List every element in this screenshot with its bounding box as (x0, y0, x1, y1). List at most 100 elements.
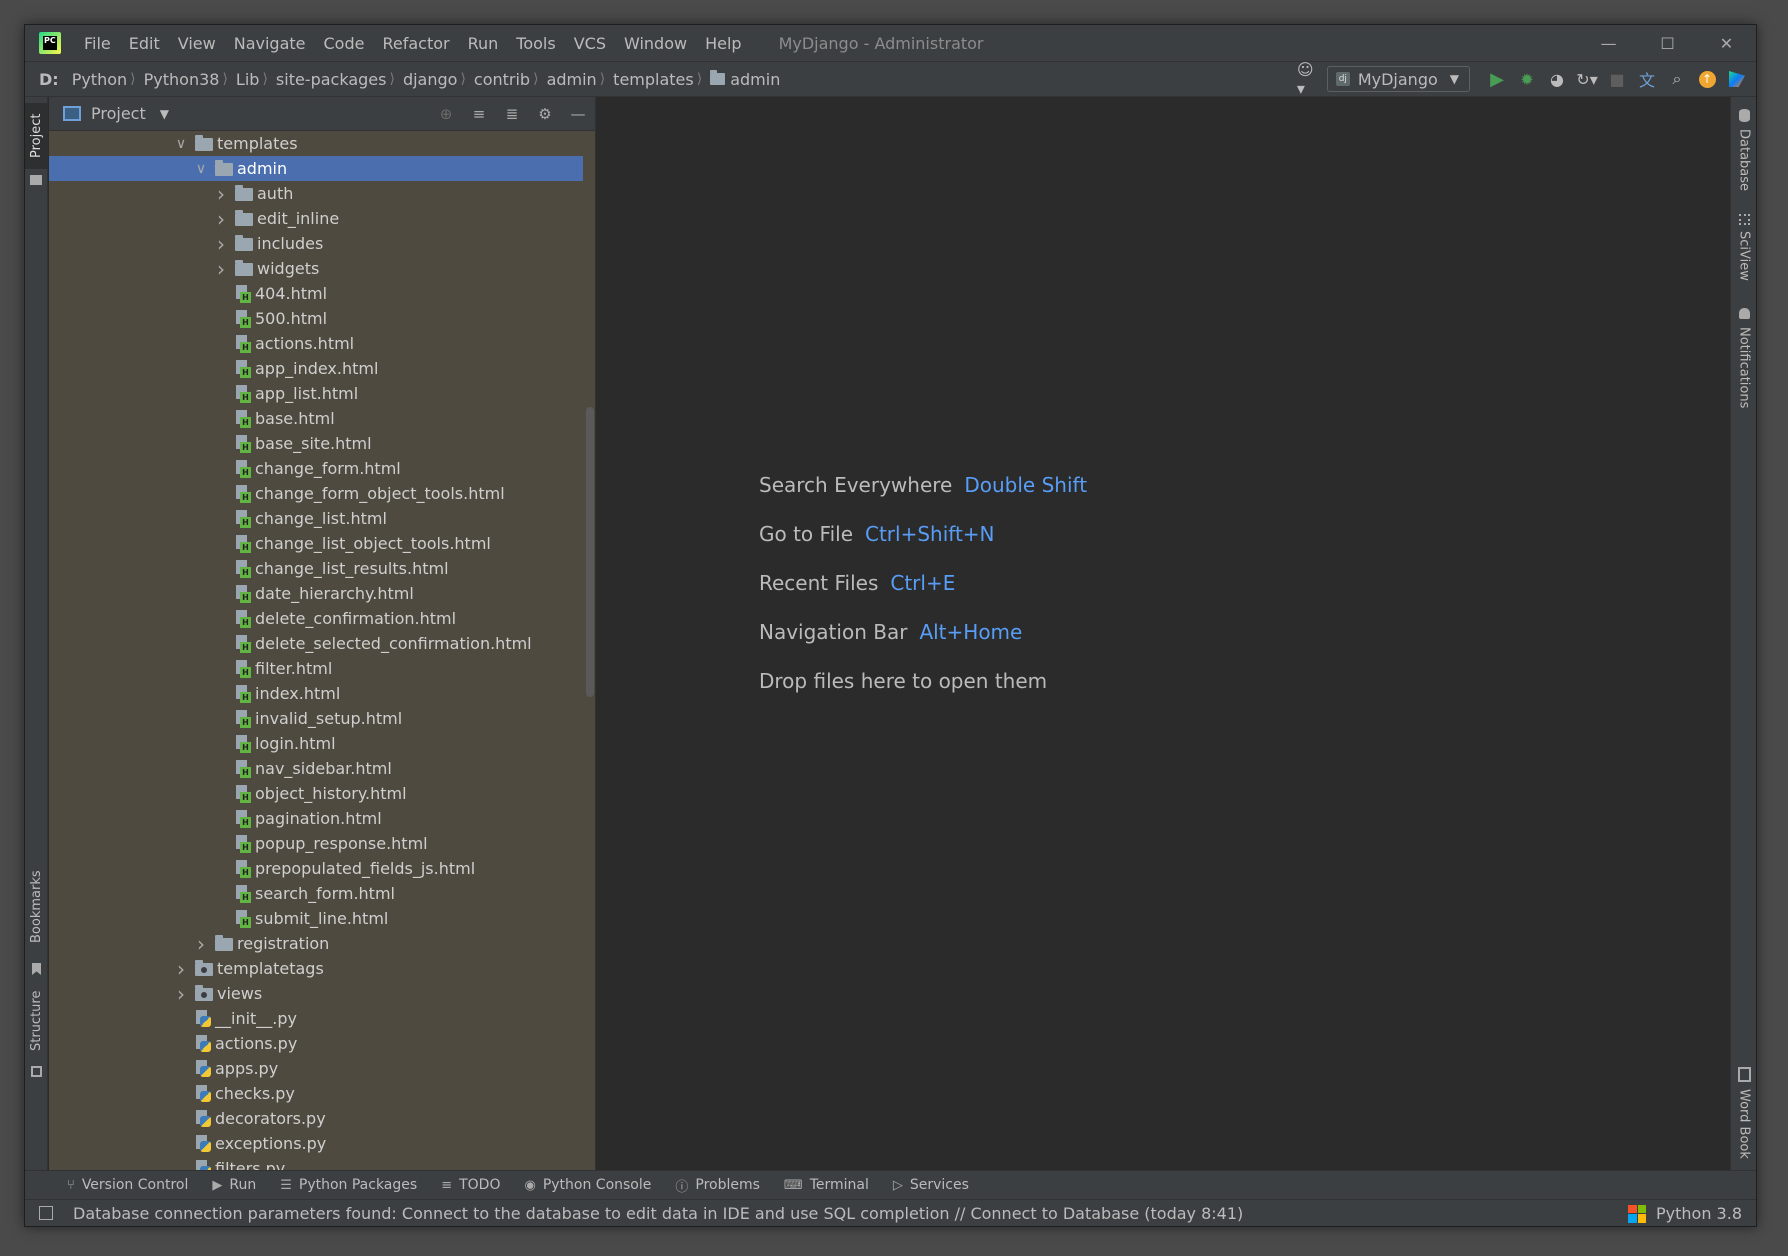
tree-item[interactable]: › edit_inline (49, 206, 583, 231)
breadcrumb-item[interactable]: templates (613, 70, 694, 89)
tree-item[interactable]: search_form.html (49, 881, 583, 906)
tree-item[interactable]: app_list.html (49, 381, 583, 406)
tab-word-book[interactable]: Word Book (1731, 1085, 1756, 1175)
user-icon[interactable]: ☺▾ (1297, 60, 1319, 98)
python-interpreter[interactable]: Python 3.8 (1656, 1204, 1742, 1223)
menu-window[interactable]: Window (615, 34, 696, 53)
tree-item[interactable]: __init__.py (49, 1006, 583, 1031)
tree-scrollbar[interactable] (586, 407, 594, 697)
chevron-right-icon[interactable]: › (213, 182, 229, 206)
breadcrumb-item[interactable]: D: (39, 70, 59, 89)
menu-navigate[interactable]: Navigate (225, 34, 315, 53)
tree-item[interactable]: filters.py (49, 1156, 583, 1170)
tree-item[interactable]: actions.html (49, 331, 583, 356)
search-icon[interactable]: ⌕ (1666, 68, 1688, 90)
debug-icon[interactable]: ✹ (1516, 68, 1538, 90)
tree-item[interactable]: prepopulated_fields_js.html (49, 856, 583, 881)
tab-project[interactable]: Project (25, 103, 48, 169)
tree-item[interactable]: nav_sidebar.html (49, 756, 583, 781)
tree-item[interactable]: delete_confirmation.html (49, 606, 583, 631)
minimize-icon[interactable]: — (1579, 25, 1638, 61)
tree-item[interactable]: change_list_results.html (49, 556, 583, 581)
menu-refactor[interactable]: Refactor (373, 34, 458, 53)
stop-icon[interactable]: ■ (1606, 68, 1628, 90)
tree-item[interactable]: popup_response.html (49, 831, 583, 856)
breadcrumb-item[interactable]: Python38 (144, 70, 220, 89)
tool-window-problems[interactable]: ⓘ Problems (675, 1176, 760, 1195)
tool-window-services[interactable]: ▷ Services (893, 1177, 969, 1193)
tree-item[interactable]: › includes (49, 231, 583, 256)
tree-item[interactable]: index.html (49, 681, 583, 706)
menu-view[interactable]: View (169, 34, 225, 53)
tree-item[interactable]: › templatetags (49, 956, 583, 981)
run-configuration-select[interactable]: dj MyDjango ▼ (1326, 66, 1470, 92)
jetbrains-icon[interactable] (1726, 68, 1748, 90)
chevron-down-icon[interactable]: ∨ (173, 136, 189, 152)
chevron-down-icon[interactable]: ▼ (160, 107, 169, 121)
tree-item[interactable]: invalid_setup.html (49, 706, 583, 731)
chevron-right-icon[interactable]: › (213, 232, 229, 256)
tool-window-run[interactable]: ▶ Run (212, 1177, 256, 1193)
chevron-right-icon[interactable]: › (213, 207, 229, 231)
collapse-all-icon[interactable]: ≣ (501, 103, 523, 125)
breadcrumb-item[interactable]: admin (547, 70, 597, 89)
tree-item[interactable]: › auth (49, 181, 583, 206)
menu-help[interactable]: Help (696, 34, 750, 53)
tree-item[interactable]: login.html (49, 731, 583, 756)
chevron-right-icon[interactable]: › (173, 982, 189, 1006)
tree-item[interactable]: date_hierarchy.html (49, 581, 583, 606)
breadcrumb-item[interactable]: Python (72, 70, 127, 89)
tree-item[interactable]: › widgets (49, 256, 583, 281)
tool-window-version-control[interactable]: ⑂ Version Control (67, 1177, 188, 1193)
hide-icon[interactable]: — (567, 103, 589, 125)
tab-structure[interactable]: Structure (25, 981, 48, 1061)
tree-item[interactable]: base_site.html (49, 431, 583, 456)
tree-item[interactable]: 404.html (49, 281, 583, 306)
menu-vcs[interactable]: VCS (565, 34, 615, 53)
chevron-down-icon[interactable]: ∨ (193, 161, 209, 177)
tree-item[interactable]: ∨ admin (49, 156, 583, 181)
tree-item[interactable]: › registration (49, 931, 583, 956)
tree-item[interactable]: object_history.html (49, 781, 583, 806)
tree-item[interactable]: exceptions.py (49, 1131, 583, 1156)
tree-item[interactable]: apps.py (49, 1056, 583, 1081)
menu-file[interactable]: File (75, 34, 120, 53)
tree-item[interactable]: delete_selected_confirmation.html (49, 631, 583, 656)
tab-database[interactable]: Database (1731, 125, 1756, 205)
tree-item[interactable]: actions.py (49, 1031, 583, 1056)
tree-item[interactable]: 500.html (49, 306, 583, 331)
profile-icon[interactable]: ↻▾ (1576, 68, 1598, 90)
breadcrumb-item[interactable]: site-packages (276, 70, 387, 89)
tree-item[interactable]: change_form.html (49, 456, 583, 481)
coverage-icon[interactable]: ◕ (1546, 68, 1568, 90)
breadcrumb-item[interactable]: admin (710, 70, 780, 89)
chevron-right-icon[interactable]: › (173, 957, 189, 981)
tree-item[interactable]: › views (49, 981, 583, 1006)
toggle-tool-windows-icon[interactable] (39, 1206, 53, 1220)
close-icon[interactable]: ✕ (1697, 25, 1756, 61)
tool-window-python-packages[interactable]: ☰ Python Packages (280, 1177, 417, 1193)
status-message[interactable]: Database connection parameters found: Co… (73, 1204, 1243, 1223)
tree-item[interactable]: submit_line.html (49, 906, 583, 931)
run-icon[interactable]: ▶ (1486, 68, 1508, 90)
translate-icon[interactable]: 文 (1636, 68, 1658, 90)
tab-bookmarks[interactable]: Bookmarks (25, 862, 48, 952)
tree-item[interactable]: checks.py (49, 1081, 583, 1106)
tree-item[interactable]: app_index.html (49, 356, 583, 381)
menu-edit[interactable]: Edit (120, 34, 169, 53)
tab-notifications[interactable]: Notifications (1731, 323, 1756, 423)
tree-item[interactable]: pagination.html (49, 806, 583, 831)
locate-icon[interactable]: ⊕ (435, 103, 457, 125)
tree-item[interactable]: change_list.html (49, 506, 583, 531)
tree-item[interactable]: change_form_object_tools.html (49, 481, 583, 506)
editor-empty-area[interactable]: Search Everywhere Double Shift Go to File C… (597, 97, 1729, 1170)
expand-all-icon[interactable]: ≡ (468, 103, 490, 125)
tree-item[interactable]: change_list_object_tools.html (49, 531, 583, 556)
update-icon[interactable]: ↑ (1696, 68, 1718, 90)
breadcrumb-item[interactable]: contrib (474, 70, 530, 89)
tool-window-todo[interactable]: ≡ TODO (441, 1177, 500, 1193)
tree-item[interactable]: decorators.py (49, 1106, 583, 1131)
menu-tools[interactable]: Tools (507, 34, 564, 53)
chevron-right-icon[interactable]: › (193, 932, 209, 956)
tree-item[interactable]: ∨ templates (49, 131, 583, 156)
